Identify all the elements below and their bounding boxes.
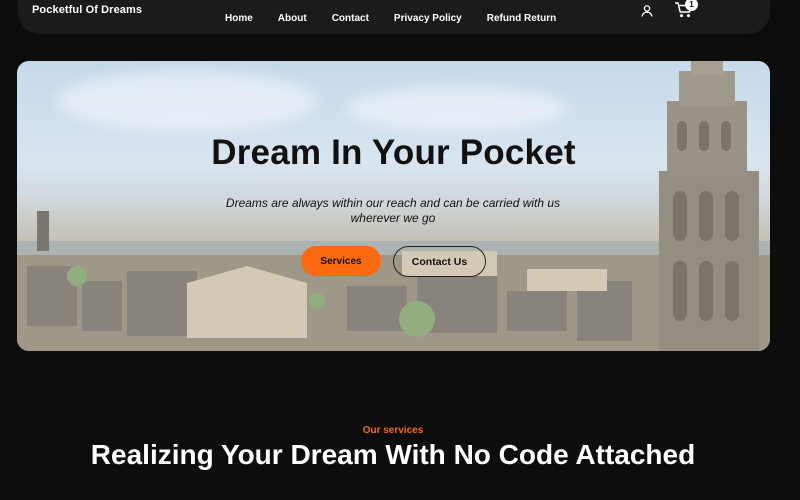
services-eyebrow: Our services [362, 425, 424, 436]
brand-logo[interactable]: Pocketful Of Dreams [32, 4, 142, 16]
nav-links: Home About Contact Privacy Policy Refund… [225, 13, 556, 24]
services-heading: Realizing Your Dream With No Code Attach… [90, 439, 696, 470]
nav-link-contact[interactable]: Contact [332, 13, 369, 24]
nav-link-privacy-policy[interactable]: Privacy Policy [394, 13, 462, 24]
nav-link-about[interactable]: About [278, 13, 307, 24]
hero-banner: Dream In Your Pocket Dreams are always w… [17, 61, 770, 351]
nav-link-refund-return[interactable]: Refund Return [487, 13, 556, 24]
hero-subtitle: Dreams are always within our reach and c… [225, 196, 561, 225]
nav-link-home[interactable]: Home [225, 13, 253, 24]
user-icon[interactable] [640, 4, 654, 18]
cart-count-badge: 1 [685, 0, 698, 11]
hero-title: Dream In Your Pocket [211, 133, 576, 172]
contact-us-button[interactable]: Contact Us [393, 246, 486, 277]
services-button[interactable]: Services [301, 246, 381, 276]
navbar: Pocketful Of Dreams Home About Contact P… [18, 0, 770, 34]
